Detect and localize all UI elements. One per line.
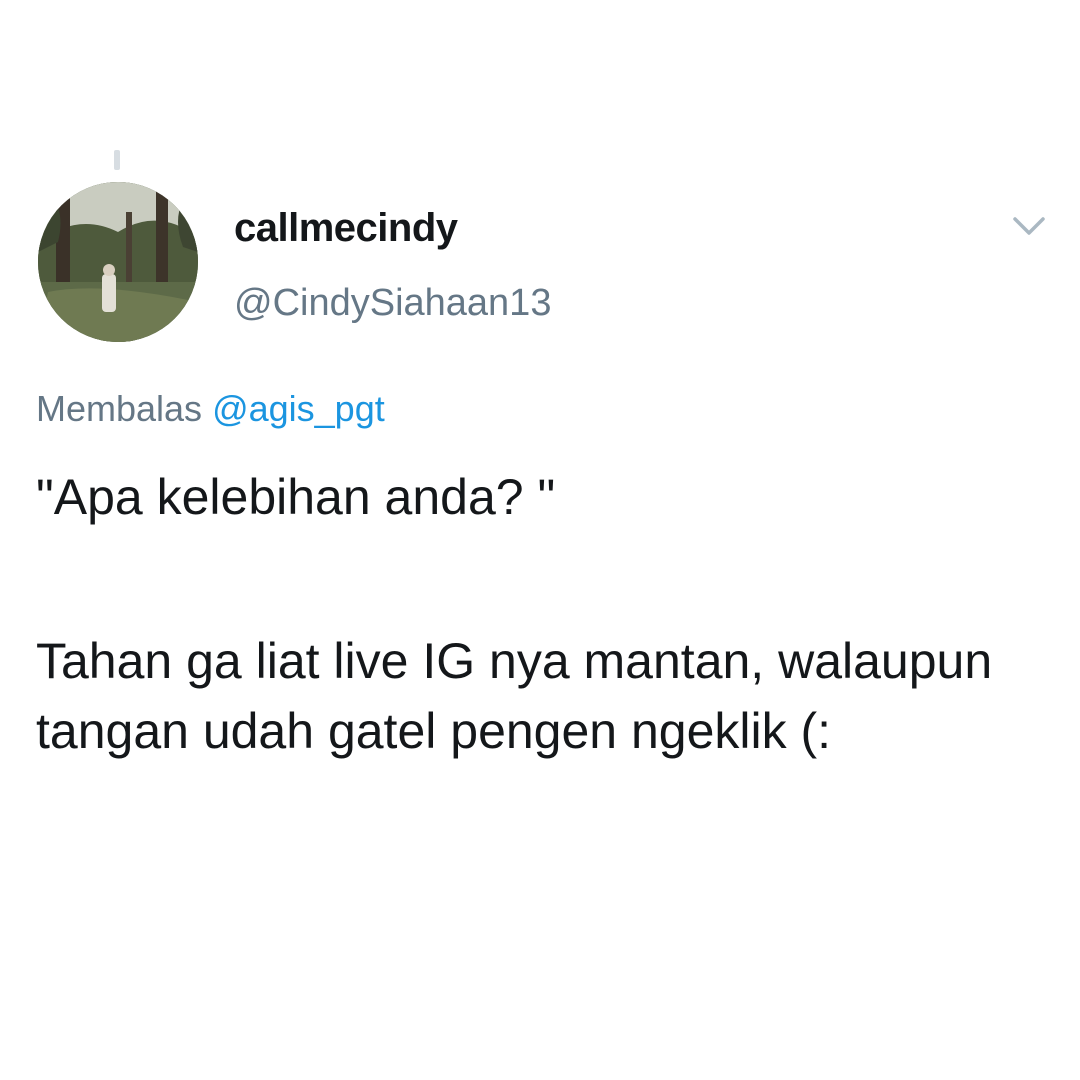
reply-prefix: Membalas xyxy=(36,388,203,429)
tweet-text: "Apa kelebihan anda? " Tahan ga liat liv… xyxy=(36,462,1036,766)
thread-connector-line xyxy=(114,150,120,170)
tweet-text-body: Tahan ga liat live IG nya mantan, walaup… xyxy=(36,633,993,759)
avatar-photo xyxy=(38,182,198,342)
user-handle[interactable]: @CindySiahaan13 xyxy=(234,282,551,325)
display-name[interactable]: callmecindy xyxy=(234,206,458,251)
tweet-text-line-quote: "Apa kelebihan anda? " xyxy=(36,469,556,525)
chevron-down-icon[interactable] xyxy=(1012,214,1046,238)
reply-mention-link[interactable]: @agis_pgt xyxy=(212,388,385,429)
avatar[interactable] xyxy=(38,182,198,342)
reply-context: Membalas @agis_pgt xyxy=(36,388,385,430)
